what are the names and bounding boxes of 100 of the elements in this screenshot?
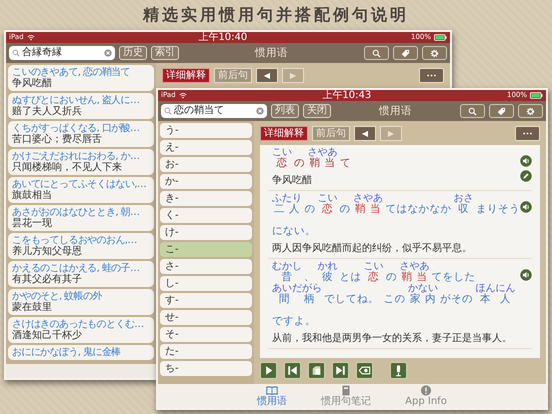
time-label: 上午10:40 bbox=[198, 32, 248, 43]
tag-icon bbox=[497, 106, 506, 116]
more-button[interactable] bbox=[419, 68, 444, 83]
phrase-item[interactable]: かえるのこはかえる, 蛙の子… 有其父必有其子 bbox=[8, 261, 154, 287]
phrase-item[interactable]: さけはきのあったものとくむ… 酒逢知己千杯少 bbox=[8, 317, 154, 343]
index-item[interactable]: け- bbox=[160, 225, 252, 240]
tag-button[interactable] bbox=[393, 46, 418, 60]
index-item[interactable]: こ- bbox=[160, 242, 252, 257]
arrow-button[interactable]: ◀ bbox=[354, 126, 376, 141]
phrase-item[interactable]: あいてにとってふそくはない,… 旗鼓相当 bbox=[8, 177, 154, 203]
index-item[interactable]: え- bbox=[160, 140, 252, 155]
speaker-icon[interactable] bbox=[520, 155, 532, 167]
page-icon[interactable] bbox=[308, 362, 325, 379]
phrase-item[interactable]: こいのきやあて, 恋の鞘当て 争风吃醋 bbox=[8, 65, 154, 91]
reading-text: あさがおのはなひととき, 朝… bbox=[12, 207, 140, 218]
meaning-text: 苦口婆心；费尽唇舌 bbox=[12, 134, 103, 145]
settings-icon bbox=[526, 106, 535, 116]
reading-text: こをもってしるおやのおん,… bbox=[12, 235, 138, 246]
phrase-item[interactable]: かやのそと, 蚊帳の外 蒙在鼓里 bbox=[8, 289, 154, 315]
wifi-icon bbox=[178, 92, 187, 99]
clear-icon[interactable] bbox=[104, 49, 112, 57]
book-icon bbox=[266, 385, 278, 396]
index-item[interactable]: せ- bbox=[160, 310, 252, 325]
arrow-button[interactable]: ◀ bbox=[256, 68, 278, 83]
reading-text: おににかなぼう, 鬼に金棒 bbox=[12, 347, 122, 358]
more-button[interactable] bbox=[515, 126, 540, 141]
header-button[interactable]: 关闭 bbox=[303, 104, 331, 118]
meaning-text: 只闻楼梯响，不见人下来 bbox=[12, 162, 123, 173]
index-item[interactable]: き- bbox=[160, 191, 252, 206]
index-item[interactable]: し- bbox=[160, 276, 252, 291]
search-field[interactable]: 恋の鞘当て bbox=[161, 104, 267, 118]
translation-text: 两人因争风吃醋而起的纠纷，似乎不易平息。 bbox=[272, 242, 473, 255]
meaning-text: 昙花一现 bbox=[12, 218, 53, 229]
time-label: 上午10:43 bbox=[322, 90, 372, 101]
meaning-text: 养儿方知父母恩 bbox=[12, 246, 83, 257]
window-title: 惯用语 bbox=[378, 104, 413, 118]
meaning-text: 争风吃醋 bbox=[12, 78, 53, 89]
view-tab[interactable]: 详细解释 bbox=[162, 68, 210, 83]
reading-text: くちがすっぱくなる, 口が酸… bbox=[12, 123, 140, 134]
window-title: 惯用语 bbox=[254, 46, 289, 60]
view-tab[interactable]: 详细解释 bbox=[260, 126, 308, 141]
phrase-item[interactable]: あさがおのはなひととき, 朝… 昙花一现 bbox=[8, 205, 154, 231]
index-item[interactable]: ち- bbox=[160, 361, 252, 376]
reading-text: ぬすびとにおいせん, 盗人に… bbox=[12, 95, 140, 106]
meaning-text: 有其父必有其子 bbox=[12, 274, 83, 285]
phrase-item[interactable]: ぬすびとにおいせん, 盗人に… 赔了夫人又折兵 bbox=[8, 93, 154, 119]
search-icon bbox=[372, 48, 381, 58]
reading-text: かやのそと, 蚊帳の外 bbox=[12, 291, 104, 302]
settings-button[interactable] bbox=[422, 46, 447, 60]
phrase-item[interactable]: くちがすっぱくなる, 口が酸… 苦口婆心；费尽唇舌 bbox=[8, 121, 154, 147]
meaning-text: 蒙在鼓里 bbox=[12, 302, 53, 313]
header-button[interactable]: 索引 bbox=[151, 46, 179, 60]
search-icon bbox=[12, 49, 20, 57]
battery-icon bbox=[434, 34, 447, 41]
header-button[interactable]: 列表 bbox=[271, 104, 299, 118]
index-item[interactable]: お- bbox=[160, 157, 252, 172]
clear-icon[interactable] bbox=[256, 107, 264, 115]
skip-forward-icon[interactable] bbox=[332, 362, 349, 379]
index-item[interactable]: う- bbox=[160, 123, 252, 138]
microphone-icon[interactable] bbox=[390, 362, 407, 379]
index-item[interactable]: さ- bbox=[160, 259, 252, 274]
index-item[interactable]: そ- bbox=[160, 327, 252, 342]
settings-button[interactable] bbox=[518, 104, 543, 118]
play-icon[interactable] bbox=[260, 362, 277, 379]
reading-text: かえるのこはかえる, 蛙の子… bbox=[12, 263, 140, 274]
settings-icon bbox=[430, 48, 439, 58]
search-icon bbox=[468, 106, 477, 116]
translation-text: 争风吃醋 bbox=[272, 174, 313, 187]
wifi-icon bbox=[26, 34, 35, 41]
pencil-icon[interactable] bbox=[520, 170, 532, 182]
battery-icon bbox=[530, 92, 543, 99]
reading-text: かけごえだおれにおわる, か… bbox=[12, 151, 140, 162]
more-icon bbox=[426, 74, 437, 77]
skip-back-icon[interactable] bbox=[284, 362, 301, 379]
example-sentence: 二人 ふたり の 恋 こい の 鞘当 さやあ てはなかなか 収 おさ まりそう にない。 bbox=[272, 193, 520, 239]
reading-text: あいてにとってふそくはない,… bbox=[12, 179, 148, 190]
meaning-text: 赔了夫人又折兵 bbox=[12, 106, 83, 117]
index-item[interactable]: く- bbox=[160, 208, 252, 223]
headword-text: 恋 こい の 鞘当 さやあ て bbox=[272, 147, 352, 171]
reading-text: さけはきのあったものとくむ… bbox=[12, 319, 145, 330]
search-button[interactable] bbox=[460, 104, 485, 118]
speaker-icon[interactable] bbox=[520, 201, 532, 213]
index-item[interactable]: か- bbox=[160, 174, 252, 189]
phrase-item[interactable]: かけごえだおれにおわる, か… 只闻楼梯响，不见人下来 bbox=[8, 149, 154, 175]
phrase-item[interactable]: おににかなぼう, 鬼に金棒 bbox=[8, 345, 154, 360]
example-sentence: 昔 むかし 、 彼 かれ とは 恋 こい の 鞘当 さやあ てをした 間柄 あいだがら でしてね。 この 家内 かない がその 本人 ほんにん ですよ。 bbox=[272, 261, 516, 329]
index-item[interactable]: た- bbox=[160, 344, 252, 359]
header-button[interactable]: 历史 bbox=[119, 46, 147, 60]
meaning-text: 旗鼓相当 bbox=[12, 190, 53, 201]
tab-item[interactable]: 惯用语 bbox=[257, 385, 288, 407]
speaker-icon[interactable] bbox=[520, 269, 532, 281]
search-button[interactable] bbox=[364, 46, 389, 60]
search-field[interactable]: 合縁奇縁 bbox=[9, 46, 115, 60]
translation-text: 从前，我和他是两男争一女的关系，妻子正是当事人。 bbox=[272, 332, 513, 345]
tag-icon[interactable] bbox=[356, 362, 373, 379]
reading-text: こいのきやあて, 恋の鞘当て bbox=[12, 67, 131, 78]
meaning-text: 酒逢知己千杯少 bbox=[12, 330, 83, 341]
index-item[interactable]: す- bbox=[160, 293, 252, 308]
phrase-item[interactable]: こをもってしるおやのおん,… 养儿方知父母恩 bbox=[8, 233, 154, 259]
tag-button[interactable] bbox=[489, 104, 514, 118]
